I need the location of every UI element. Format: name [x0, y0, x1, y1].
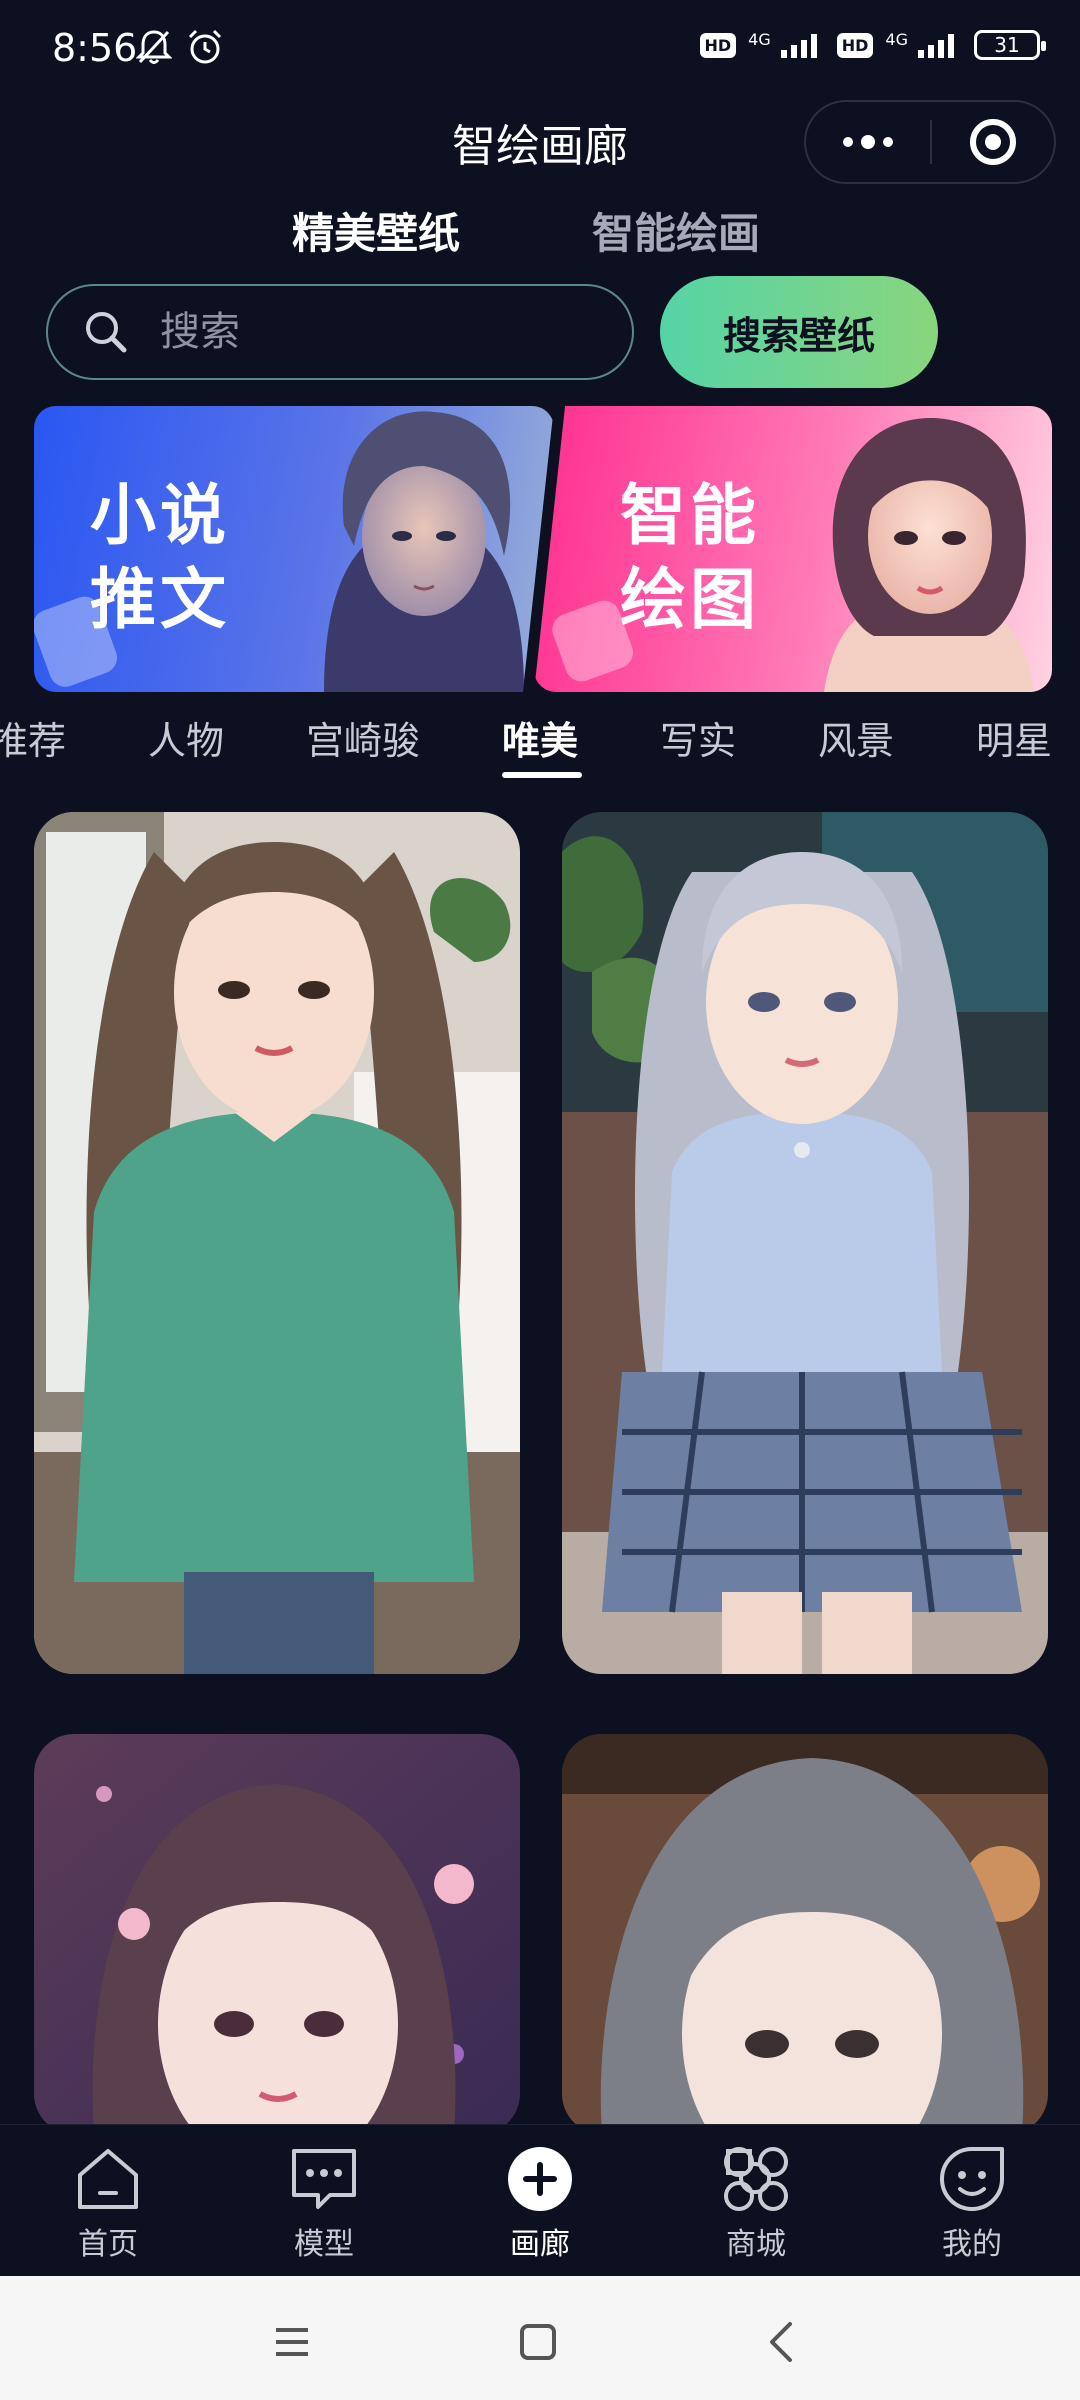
- top-tabs: 精美壁纸 智能绘画: [0, 200, 1080, 260]
- search-bar[interactable]: [46, 284, 634, 380]
- dot-icon: [883, 137, 893, 147]
- mini-program-capsule: [804, 100, 1056, 184]
- active-category-underline: [502, 772, 582, 778]
- banner-novel-line1: 小说: [90, 477, 230, 554]
- smile-face-icon: [940, 2147, 1004, 2211]
- network-type-1: 4G: [748, 29, 771, 49]
- category-tab-realistic[interactable]: 写实: [660, 710, 736, 765]
- signal-icon-2: [918, 34, 954, 58]
- banner-novel-title: 小说 推文: [90, 474, 230, 642]
- alarm-icon: [188, 29, 222, 64]
- search-input[interactable]: [160, 309, 580, 355]
- chat-bubble-icon: [292, 2149, 356, 2209]
- status-time: 8:56: [52, 26, 138, 70]
- banner-ai-draw[interactable]: 智能 绘图: [534, 406, 1052, 692]
- target-circle-icon: [970, 119, 1016, 165]
- category-tab-miyazaki[interactable]: 宫崎骏: [306, 710, 420, 765]
- status-icons-left: [136, 28, 224, 66]
- banner-draw-title: 智能 绘图: [620, 474, 760, 642]
- wallpaper-image: [34, 812, 520, 1674]
- system-navigation-bar: [0, 2276, 1080, 2400]
- male-portrait-image: [324, 411, 524, 692]
- status-icons-right: HD 4G HD 4G 31: [699, 29, 1046, 60]
- banner-novel[interactable]: 小说 推文: [34, 406, 554, 692]
- home-icon: [78, 2149, 138, 2209]
- wallpaper-image: [562, 812, 1048, 1674]
- category-tab-scenery[interactable]: 风景: [818, 710, 894, 765]
- category-tab-celebrity[interactable]: 明星: [976, 710, 1052, 765]
- dot-icon: [861, 135, 875, 149]
- nav-gallery-label: 画廊: [510, 2227, 570, 2262]
- nav-mine-label: 我的: [942, 2227, 1002, 2262]
- banner-novel-line2: 推文: [90, 561, 230, 638]
- nav-home[interactable]: 首页: [48, 2145, 168, 2263]
- mute-bell-icon: [136, 30, 172, 64]
- battery-icon: 31: [974, 30, 1046, 60]
- bottom-navigation: 首页 模型 画廊 商城 我的: [0, 2124, 1080, 2274]
- category-tabs: 推荐 人物 宫崎骏 唯美 写实 风景 明星: [0, 710, 1080, 790]
- banner-draw-line1: 智能: [620, 477, 760, 554]
- nav-gallery[interactable]: 画廊: [480, 2145, 600, 2263]
- nav-models[interactable]: 模型: [264, 2145, 384, 2263]
- grid-apps-icon: [724, 2147, 788, 2211]
- plus-circle-icon: [508, 2147, 572, 2211]
- wallpaper-card[interactable]: [562, 812, 1048, 1674]
- wallpaper-card[interactable]: [34, 1734, 520, 2134]
- wallpaper-image: [34, 1734, 520, 2134]
- tab-wallpaper[interactable]: 精美壁纸: [292, 200, 460, 261]
- category-tab-recommend[interactable]: 推荐: [0, 710, 66, 765]
- home-square-icon[interactable]: [508, 2312, 568, 2372]
- banner-draw-line2: 绘图: [620, 561, 760, 638]
- status-bar: 8:56 HD 4G HD 4G 31: [0, 0, 1080, 100]
- dot-icon: [843, 137, 853, 147]
- nav-shop-label: 商城: [726, 2227, 786, 2262]
- close-mini-program-button[interactable]: [932, 102, 1054, 182]
- nav-shop[interactable]: 商城: [696, 2145, 816, 2263]
- menu-icon[interactable]: [262, 2312, 322, 2372]
- nav-home-label: 首页: [78, 2227, 138, 2262]
- network-type-2: 4G: [885, 29, 908, 49]
- wallpaper-image: [562, 1734, 1048, 2134]
- wallpaper-card[interactable]: [562, 1734, 1048, 2134]
- female-portrait-image: [824, 417, 1034, 692]
- tab-ai-painting[interactable]: 智能绘画: [592, 200, 760, 261]
- category-tab-aesthetic[interactable]: 唯美: [502, 710, 578, 765]
- signal-icon: [780, 34, 817, 58]
- category-tab-people[interactable]: 人物: [148, 710, 224, 765]
- more-options-button[interactable]: [806, 102, 930, 182]
- nav-mine[interactable]: 我的: [912, 2145, 1032, 2263]
- nav-models-label: 模型: [294, 2227, 354, 2262]
- search-icon: [86, 312, 127, 353]
- hd-badge-1: HD: [699, 32, 737, 58]
- hd-badge-2: HD: [836, 32, 874, 58]
- search-wallpaper-button[interactable]: 搜索壁纸: [660, 276, 938, 388]
- wallpaper-card[interactable]: [34, 812, 520, 1674]
- back-icon[interactable]: [752, 2312, 812, 2372]
